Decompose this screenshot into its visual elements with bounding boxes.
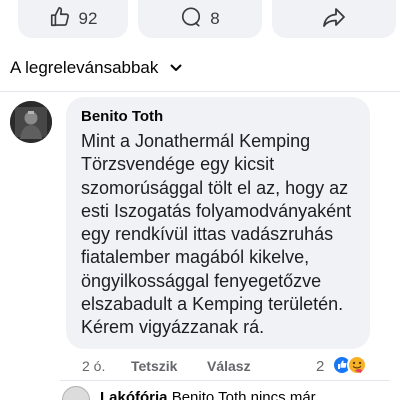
comment-line: fiatalember magából kikelve,	[81, 247, 310, 268]
post-actions-bar: 92 8	[0, 0, 400, 44]
comment-count: 8	[210, 9, 220, 28]
comment-reaction-count[interactable]: 2	[316, 358, 324, 375]
comment-sort-dropdown[interactable]: A legrelevánsabbak	[10, 57, 182, 79]
comment-line: egy rendkívül ittas vadászruhás	[81, 224, 334, 245]
comment-bubble-icon	[180, 6, 202, 33]
next-comment-preview: Lakófórja Benito Toth nincs már	[100, 389, 316, 400]
author-avatar[interactable]	[10, 101, 52, 143]
next-comment-text: Benito Toth nincs már	[171, 389, 316, 400]
like-count: 92	[78, 9, 98, 28]
comment-reactions[interactable]	[331, 354, 373, 376]
next-comment-avatar[interactable]	[62, 386, 90, 400]
thread-divider	[60, 380, 390, 381]
care-reaction-icon	[347, 355, 367, 375]
chevron-down-icon	[170, 59, 182, 77]
comment-line: szomorúsággal tölt el az, hogy az	[81, 177, 349, 198]
comment-button[interactable]: 8	[138, 0, 262, 38]
sort-label: A legrelevánsabbak	[10, 58, 159, 77]
comment-line: Kérem vigyázzanak rá.	[81, 317, 265, 338]
share-arrow-icon	[322, 6, 346, 33]
comment-line: elszabadult a Kemping területén.	[81, 294, 344, 315]
comment-author-name[interactable]: Benito Toth	[81, 108, 163, 125]
comment-body: Mint a Jonathermál Kemping Törzsvendége …	[81, 130, 367, 340]
thumbs-up-icon	[49, 6, 71, 33]
comment-line: Törzsvendége egy kicsit	[81, 154, 275, 175]
comment-reply-link[interactable]: Válasz	[207, 358, 251, 374]
next-comment: Lakófórja Benito Toth nincs már	[0, 380, 400, 400]
comment-timestamp[interactable]: 2 ó.	[82, 358, 105, 374]
next-comment-author[interactable]: Lakófórja	[100, 389, 168, 400]
comment-like-link[interactable]: Tetszik	[131, 358, 177, 374]
like-button[interactable]: 92	[18, 0, 128, 38]
comment-line: esti Iszogatás folyamodványaként	[81, 200, 352, 221]
comment-line: öngyilkossággal fenyegetőzve	[81, 270, 322, 291]
comment-line: Mint a Jonathermál Kemping	[81, 131, 311, 151]
share-button[interactable]	[272, 0, 396, 38]
comment-meta-row: 2 ó. Tetszik Válasz 2	[0, 352, 400, 380]
section-divider	[0, 91, 400, 92]
